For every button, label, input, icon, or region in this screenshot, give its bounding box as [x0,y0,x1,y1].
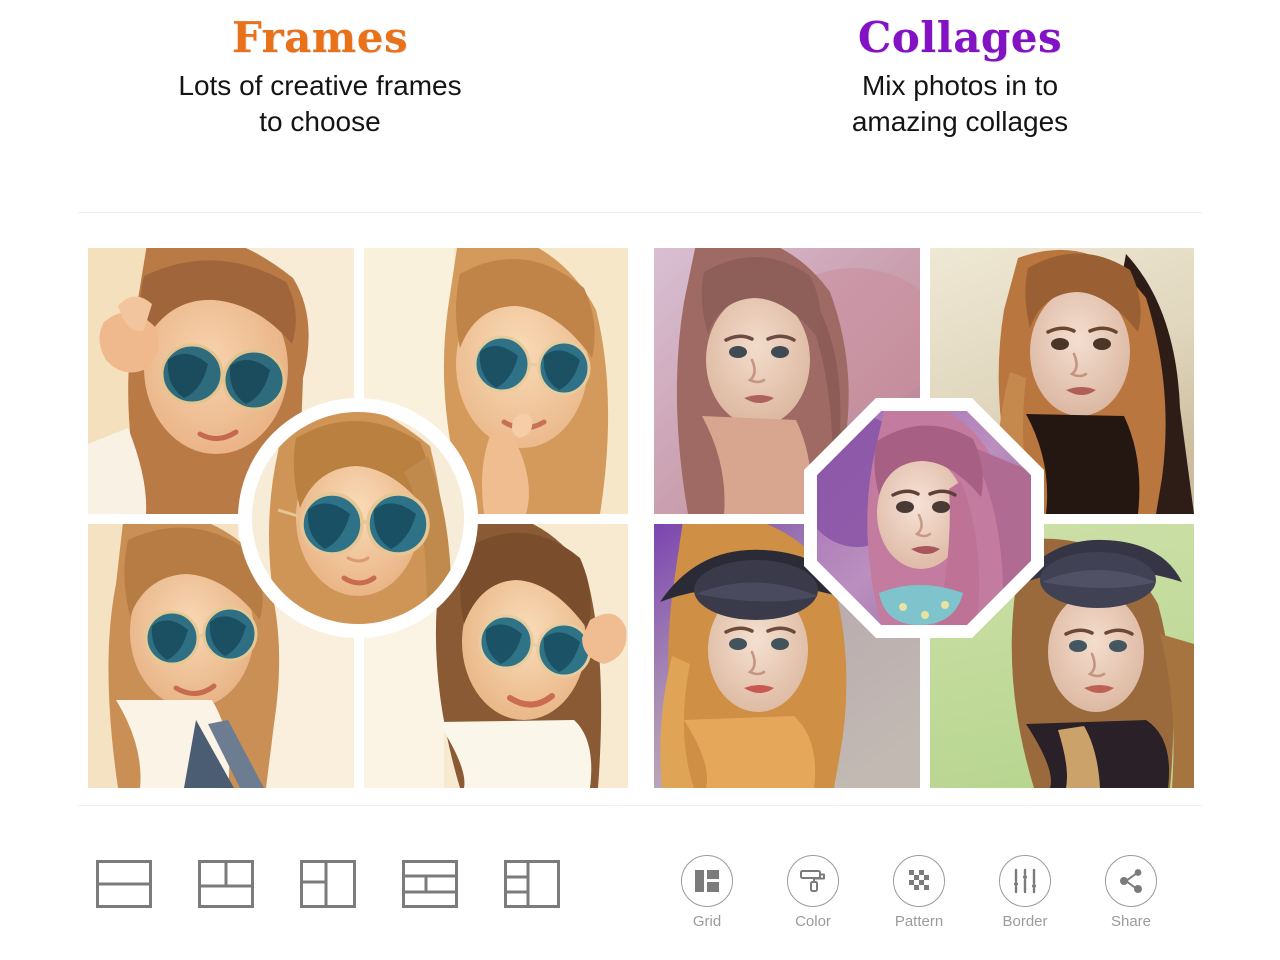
frame-layout-picker [95,859,561,909]
layout-three-rows-middle-split-icon[interactable] [401,859,459,909]
tool-border[interactable]: Border [994,855,1056,931]
frames-overlay-photo-wrap [252,412,464,624]
photo-woman-sunglasses-center [252,412,464,624]
bottom-toolbars: Grid Color Pattern Border Share [0,845,1280,955]
frames-title: Frames [231,13,409,62]
share-icon [1105,855,1157,907]
layout-two-top-one-bottom-icon[interactable] [197,859,255,909]
frames-center-overlay-circle[interactable] [238,398,478,638]
frames-collage[interactable] [88,248,628,788]
tool-pattern[interactable]: Pattern [888,855,950,931]
tool-share[interactable]: Share [1100,855,1162,931]
headings-section: Frames Lots of creative frames to choose… [0,0,1280,200]
collages-title: Collages [857,13,1063,62]
tool-grid[interactable]: Grid [676,855,738,931]
tool-share-label: Share [1110,913,1152,930]
top-separator [78,212,1202,213]
frames-subtitle: Lots of creative frames to choose [178,70,462,137]
collages-center-overlay-octagon[interactable] [804,398,1044,638]
layout-2-rows-icon[interactable] [95,859,153,909]
paint-roller-icon [787,855,839,907]
collages-overlay-photo-wrap [817,411,1031,625]
sliders-icon [999,855,1051,907]
tool-color-label: Color [795,913,831,930]
layout-three-left-one-right-icon[interactable] [503,859,561,909]
collages-collage[interactable] [654,248,1194,788]
bottom-separator [78,805,1202,806]
tool-pattern-label: Pattern [894,913,944,930]
collage-stage [0,248,1280,788]
frames-heading-block: Frames Lots of creative frames to choose [0,14,640,200]
layout-left-split-right-full-icon[interactable] [299,859,357,909]
tool-border-label: Border [1002,913,1048,930]
grid-icon [681,855,733,907]
tool-grid-label: Grid [692,913,722,930]
collage-tools: Grid Color Pattern Border Share [676,855,1162,931]
checker-pattern-icon [893,855,945,907]
photo-woman-pink-hair-center [817,411,1031,625]
collages-heading-block: Collages Mix photos in to amazing collag… [640,14,1280,200]
tool-color[interactable]: Color [782,855,844,931]
collages-subtitle: Mix photos in to amazing collages [851,70,1069,137]
